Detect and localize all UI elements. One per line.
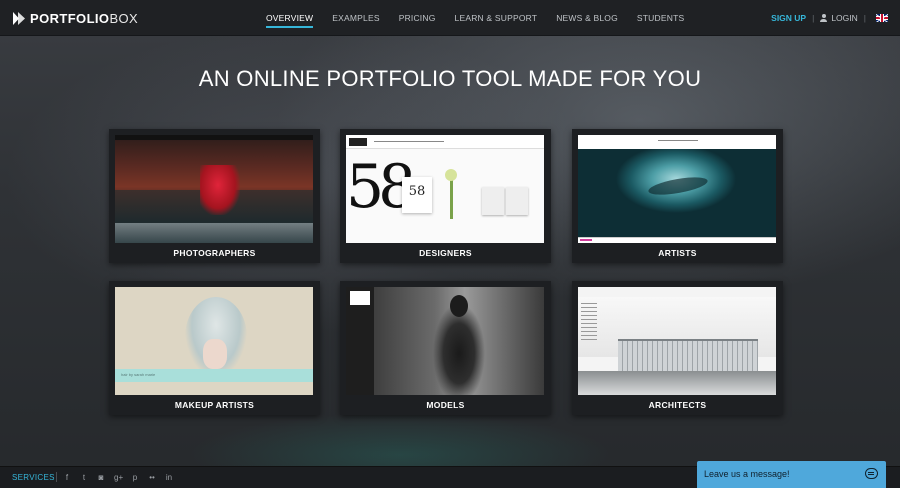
- twitter-icon[interactable]: t: [80, 473, 88, 482]
- category-label: PHOTOGRAPHERS: [173, 248, 256, 258]
- designers-thumbnail: 58 58: [346, 135, 544, 243]
- category-card-models[interactable]: MODELS: [340, 281, 551, 415]
- category-card-designers[interactable]: 58 58 DESIGNERS: [340, 129, 551, 263]
- linkedin-icon[interactable]: in: [165, 473, 173, 482]
- artists-thumbnail: [578, 135, 776, 243]
- category-label: ARTISTS: [658, 248, 697, 258]
- hero-title: AN ONLINE PORTFOLIO TOOL MADE FOR YOU: [198, 66, 702, 91]
- signup-link[interactable]: SIGN UP: [771, 13, 806, 23]
- flickr-icon[interactable]: ••: [148, 473, 156, 482]
- divider: |: [863, 13, 866, 23]
- category-label: DESIGNERS: [419, 248, 472, 258]
- instagram-icon[interactable]: ◙: [97, 473, 105, 482]
- category-label: MAKEUP ARTISTS: [174, 400, 255, 410]
- chat-bubble-icon: [865, 468, 878, 479]
- category-label: MODELS: [426, 400, 465, 410]
- category-card-makeup-artists[interactable]: hair by sarah marie MAKEUP ARTISTS: [109, 281, 320, 415]
- pinterest-icon[interactable]: p: [131, 473, 139, 482]
- category-card-architects[interactable]: ARCHITECTS: [572, 281, 783, 415]
- models-thumbnail: [346, 287, 544, 395]
- chat-widget[interactable]: Leave us a message!: [697, 461, 886, 488]
- account-links: SIGN UP | LOGIN |: [771, 13, 888, 23]
- photographers-thumbnail: [115, 135, 313, 243]
- makeup-band-text: hair by sarah marie: [121, 372, 156, 377]
- logo[interactable]: PORTFOLIOBOX: [13, 10, 139, 26]
- facebook-icon[interactable]: f: [63, 473, 71, 482]
- nav-overview[interactable]: OVERVIEW: [266, 13, 314, 29]
- portfoliobox-logo-icon: [13, 11, 25, 25]
- login-link[interactable]: LOGIN: [820, 13, 858, 23]
- makeup-artists-thumbnail: hair by sarah marie: [115, 287, 313, 395]
- category-label: ARCHITECTS: [648, 400, 707, 410]
- services-link[interactable]: SERVICES: [12, 473, 55, 482]
- login-label: LOGIN: [831, 13, 858, 23]
- nav-examples[interactable]: EXAMPLES: [332, 13, 379, 29]
- nav-pricing[interactable]: PRICING: [399, 13, 436, 29]
- top-navigation-bar: PORTFOLIOBOX OVERVIEW EXAMPLES PRICING L…: [0, 0, 900, 36]
- chat-label: Leave us a message!: [704, 469, 790, 479]
- main-nav: OVERVIEW EXAMPLES PRICING LEARN & SUPPOR…: [266, 13, 703, 29]
- nav-learn-support[interactable]: LEARN & SUPPORT: [455, 13, 538, 29]
- user-icon: [820, 14, 828, 22]
- divider: |: [812, 13, 815, 23]
- design-big-number: 58: [346, 152, 416, 222]
- nav-students[interactable]: STUDENTS: [637, 13, 684, 29]
- nav-news-blog[interactable]: NEWS & BLOG: [556, 13, 618, 29]
- architects-thumbnail: [578, 287, 776, 395]
- design-card-number: 58: [402, 177, 432, 213]
- social-links: f t ◙ g+ p •• in: [56, 472, 182, 482]
- category-card-artists[interactable]: ARTISTS: [572, 129, 783, 263]
- uk-flag-icon[interactable]: [876, 14, 888, 22]
- logo-text: PORTFOLIOBOX: [30, 10, 139, 26]
- divider: [56, 472, 57, 482]
- google-plus-icon[interactable]: g+: [114, 473, 123, 482]
- category-card-photographers[interactable]: PHOTOGRAPHERS: [109, 129, 320, 263]
